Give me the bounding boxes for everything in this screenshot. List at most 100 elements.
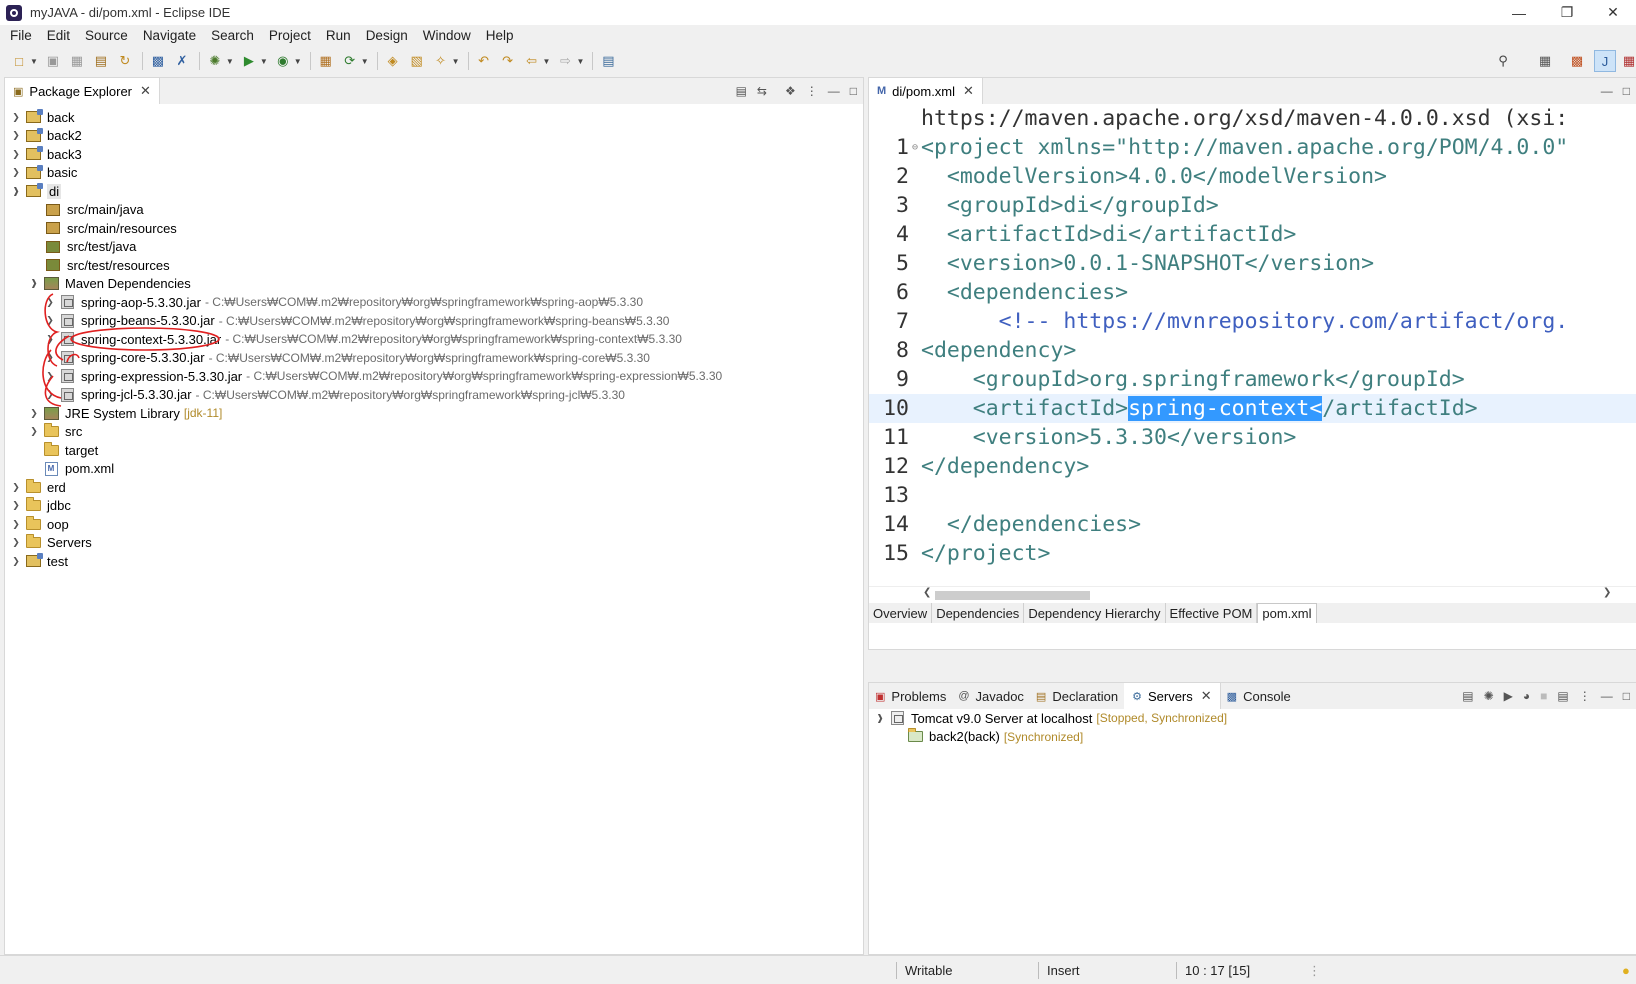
tab-console[interactable]: ▩ Console — [1221, 683, 1297, 709]
expand-icon[interactable]: ❯ — [29, 426, 39, 437]
menu-source[interactable]: Source — [85, 28, 128, 43]
java-ee-perspective-icon[interactable]: ▩ — [1568, 52, 1586, 70]
tab-servers[interactable]: ⚙ Servers ✕ — [1124, 683, 1221, 709]
save-icon[interactable]: ▣ — [44, 52, 62, 70]
minimize-icon[interactable]: — — [1496, 0, 1542, 25]
refresh-icon[interactable]: ↻ — [116, 52, 134, 70]
close-icon[interactable]: ✕ — [140, 83, 151, 99]
maximize-view-icon[interactable]: □ — [1623, 84, 1630, 98]
tree-item-maven-dependencies[interactable]: ❱ Maven Dependencies — [29, 275, 191, 294]
tree-item-jdbc[interactable]: ❯ jdbc — [11, 497, 71, 516]
tree-item-back3[interactable]: ❯ back3 — [11, 145, 82, 164]
tree-item-back2-module[interactable]: back2(back) [Synchronized] — [907, 728, 1083, 747]
search-dropdown-icon[interactable]: ▼ — [452, 57, 460, 66]
debug-dropdown-icon[interactable]: ▼ — [226, 57, 234, 66]
tab-effective-pom[interactable]: Effective POM — [1166, 603, 1258, 623]
tree-item-servers[interactable]: ❯ Servers — [11, 534, 92, 553]
tree-item-src-test-java[interactable]: src/test/java — [45, 238, 136, 257]
close-icon[interactable]: ✕ — [963, 83, 974, 99]
tree-item-src-test-resources[interactable]: src/test/resources — [45, 256, 170, 275]
focus-icon[interactable]: ❖ — [785, 84, 796, 98]
debug-server-icon[interactable]: ✺ — [1484, 689, 1494, 703]
back-dropdown-icon[interactable]: ▼ — [543, 57, 551, 66]
tree-item-spring-beans-jar[interactable]: ❯ spring-beans-5.3.30.jar - C:₩Users₩COM₩.… — [45, 312, 669, 331]
debug-icon[interactable]: ✺ — [206, 52, 224, 70]
expand-icon[interactable]: ❯ — [45, 371, 55, 382]
search-icon[interactable]: ⚲ — [1494, 52, 1512, 70]
new-icon[interactable]: □ — [10, 52, 28, 70]
coverage-icon[interactable]: ◉ — [274, 52, 292, 70]
tree-item-erd[interactable]: ❯ erd — [11, 478, 66, 497]
expand-icon[interactable]: ❯ — [45, 352, 55, 363]
close-icon[interactable]: ✕ — [1201, 688, 1212, 704]
next-annotation-icon[interactable]: ↷ — [499, 52, 517, 70]
new-server-icon[interactable]: ▦ — [317, 52, 335, 70]
scroll-left-icon[interactable]: ❮ — [923, 587, 931, 598]
menu-file[interactable]: File — [10, 28, 32, 43]
tree-item-back[interactable]: ❯ back — [11, 108, 74, 127]
tree-item-jre-system-library[interactable]: ❯ JRE System Library [jdk-11] — [29, 404, 222, 423]
java-perspective-icon[interactable]: J — [1594, 50, 1616, 72]
tab-javadoc[interactable]: @ Javadoc — [952, 683, 1030, 709]
menu-search[interactable]: Search — [211, 28, 254, 43]
expand-icon[interactable]: ❯ — [11, 482, 21, 493]
tab-overview[interactable]: Overview — [869, 603, 933, 623]
tree-item-spring-core-jar[interactable]: ❯ spring-core-5.3.30.jar - C:₩Users₩COM₩.m… — [45, 349, 650, 368]
scrollbar-thumb[interactable] — [935, 591, 1090, 600]
collapse-all-icon[interactable]: ▤ — [736, 84, 747, 98]
maximize-view-icon[interactable]: □ — [1623, 689, 1630, 703]
view-menu-icon[interactable]: ⋮ — [1579, 689, 1591, 703]
open-perspective-icon[interactable]: ▦ — [1536, 52, 1554, 70]
tree-item-spring-expression-jar[interactable]: ❯ spring-expression-5.3.30.jar - C:₩Users₩… — [45, 367, 722, 386]
minimize-view-icon[interactable]: — — [1601, 84, 1613, 98]
restore-icon[interactable]: ❐ — [1544, 0, 1590, 25]
save-all-icon[interactable]: ▦ — [68, 52, 86, 70]
tab-pom-xml-source[interactable]: pom.xml — [1257, 603, 1317, 623]
expand-icon[interactable]: ❯ — [29, 408, 39, 419]
tree-item-pom-xml[interactable]: Mpom.xml — [43, 460, 114, 479]
tree-item-basic[interactable]: ❯ basic — [11, 164, 77, 183]
minimize-view-icon[interactable]: — — [828, 84, 840, 98]
profile-server-icon[interactable]: ◕ — [1523, 689, 1530, 703]
maximize-view-icon[interactable]: □ — [850, 84, 857, 98]
pin-editor-icon[interactable]: ▤ — [599, 52, 617, 70]
scroll-right-icon[interactable]: ❯ — [1603, 587, 1611, 598]
menu-design[interactable]: Design — [366, 28, 408, 43]
debug-perspective-icon[interactable]: ▦ — [1620, 52, 1636, 70]
view-menu-icon[interactable]: ⋮ — [806, 84, 818, 98]
status-insert-mode[interactable]: Insert — [1047, 956, 1080, 984]
expand-icon[interactable]: ❯ — [11, 537, 21, 548]
fold-icon[interactable]: ⊖ — [909, 142, 921, 153]
horizontal-scrollbar[interactable]: ❮ ❯ — [869, 586, 1636, 602]
tree-item-oop[interactable]: ❯ oop — [11, 515, 69, 534]
xml-source-editor[interactable]: https://maven.apache.org/xsd/maven-4.0.0… — [869, 104, 1636, 600]
expand-icon[interactable]: ❯ — [11, 167, 21, 178]
run-dropdown-icon[interactable]: ▼ — [260, 57, 268, 66]
new-dropdown-icon[interactable]: ▼ — [30, 57, 38, 66]
tree-item-test[interactable]: ❯ test — [11, 552, 68, 571]
tree-item-di[interactable]: ❱ di — [11, 182, 62, 201]
tree-item-back2[interactable]: ❯ back2 — [11, 127, 82, 146]
menu-project[interactable]: Project — [269, 28, 311, 43]
tab-dependencies[interactable]: Dependencies — [932, 603, 1025, 623]
expand-icon[interactable]: ❯ — [11, 500, 21, 511]
external-tools-icon[interactable]: ⟳ — [341, 52, 359, 70]
collapse-all-icon[interactable]: ▤ — [1462, 689, 1473, 703]
tree-item-spring-context-jar[interactable]: ❯ spring-context-5.3.30.jar - C:₩Users₩COM… — [45, 330, 682, 349]
tab-problems[interactable]: ▣ Problems — [869, 683, 952, 709]
tab-declaration[interactable]: ▤ Declaration — [1030, 683, 1124, 709]
expand-icon[interactable]: ❯ — [45, 389, 55, 400]
tree-item-src-main-java[interactable]: src/main/java — [45, 201, 144, 220]
tree-item-spring-jcl-jar[interactable]: ❯ spring-jcl-5.3.30.jar - C:₩Users₩COM₩.m2… — [45, 386, 625, 405]
expand-icon[interactable]: ❯ — [11, 112, 21, 123]
tab-pom-xml[interactable]: M di/pom.xml ✕ — [869, 78, 983, 104]
expand-icon[interactable]: ❯ — [45, 334, 55, 345]
menu-run[interactable]: Run — [326, 28, 351, 43]
expand-icon[interactable]: ❯ — [11, 130, 21, 141]
start-server-icon[interactable]: ▶ — [1504, 689, 1513, 703]
tip-icon[interactable]: ● — [1622, 956, 1630, 984]
search-tool-icon[interactable]: ✧ — [432, 52, 450, 70]
forward-dropdown-icon[interactable]: ▼ — [576, 57, 584, 66]
expand-icon[interactable]: ❯ — [11, 556, 21, 567]
link-with-editor-icon[interactable]: ⇆ — [757, 84, 767, 98]
